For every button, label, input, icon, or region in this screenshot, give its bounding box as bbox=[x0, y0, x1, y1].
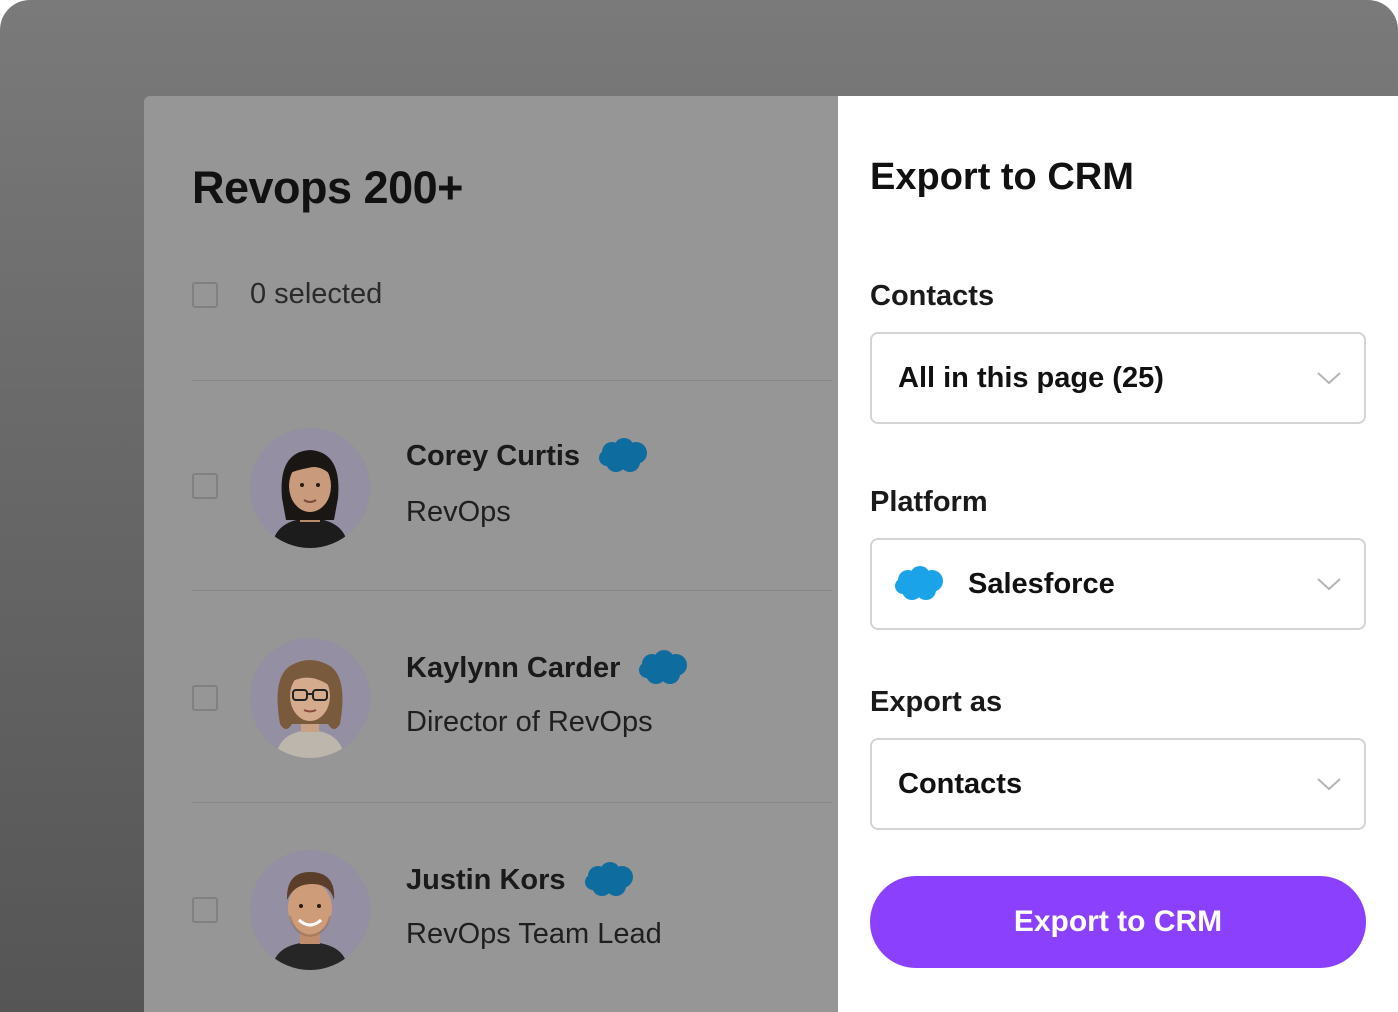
contacts-select[interactable]: All in this page (25) bbox=[870, 332, 1366, 424]
export-as-label: Export as bbox=[870, 686, 1003, 718]
contacts-label: Contacts bbox=[870, 280, 995, 312]
chevron-down-icon bbox=[1317, 778, 1341, 791]
contact-name-line: Kaylynn Carder bbox=[406, 650, 688, 686]
export-as-select-value: Contacts bbox=[898, 767, 1023, 800]
row-checkbox[interactable] bbox=[192, 473, 218, 499]
row-checkbox[interactable] bbox=[192, 685, 218, 711]
salesforce-icon bbox=[584, 862, 633, 896]
contact-title: RevOps bbox=[406, 496, 511, 528]
contact-list-panel: Revops 200+ 0 selected Corey Curtis RevO… bbox=[144, 96, 838, 1012]
row-checkbox[interactable] bbox=[192, 897, 218, 923]
avatar bbox=[250, 850, 370, 970]
platform-select[interactable]: Salesforce bbox=[870, 538, 1366, 630]
divider bbox=[192, 802, 832, 803]
chevron-down-icon bbox=[1317, 372, 1341, 385]
export-panel: Export to CRM Contacts All in this page … bbox=[838, 96, 1398, 1012]
chevron-down-icon bbox=[1317, 578, 1341, 591]
platform-select-value: Salesforce bbox=[968, 567, 1115, 600]
selected-count: 0 selected bbox=[250, 278, 383, 310]
contact-name-line: Justin Kors bbox=[406, 862, 634, 898]
contact-name: Kaylynn Carder bbox=[406, 651, 621, 684]
avatar bbox=[250, 638, 370, 758]
list-item[interactable]: Kaylynn Carder Director of RevOps bbox=[144, 626, 838, 786]
contact-title: Director of RevOps bbox=[406, 706, 653, 738]
contact-name: Corey Curtis bbox=[406, 439, 581, 472]
salesforce-icon bbox=[639, 650, 688, 684]
platform-label: Platform bbox=[870, 486, 988, 518]
export-panel-title: Export to CRM bbox=[870, 156, 1134, 198]
salesforce-icon bbox=[599, 438, 648, 472]
contacts-select-value: All in this page (25) bbox=[898, 361, 1164, 394]
divider bbox=[192, 380, 832, 381]
divider bbox=[192, 590, 832, 591]
avatar bbox=[250, 428, 370, 548]
list-item[interactable]: Justin Kors RevOps Team Lead bbox=[144, 838, 838, 998]
contact-title: RevOps Team Lead bbox=[406, 918, 662, 950]
export-to-crm-button[interactable]: Export to CRM bbox=[870, 876, 1366, 968]
contact-name-line: Corey Curtis bbox=[406, 438, 648, 474]
app-frame: Revops 200+ 0 selected Corey Curtis RevO… bbox=[0, 0, 1398, 1012]
contact-name: Justin Kors bbox=[406, 863, 566, 896]
list-item[interactable]: Corey Curtis RevOps bbox=[144, 416, 838, 576]
salesforce-icon bbox=[895, 566, 943, 600]
export-as-select[interactable]: Contacts bbox=[870, 738, 1366, 830]
select-all-checkbox[interactable] bbox=[192, 282, 218, 308]
list-title: Revops 200+ bbox=[192, 162, 463, 213]
